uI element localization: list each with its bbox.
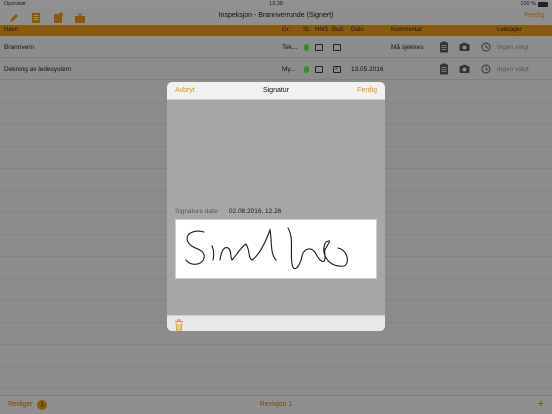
done-button[interactable]: Ferdig — [524, 12, 544, 19]
bud-checkbox-checked[interactable]: ✓ — [333, 66, 341, 73]
bud-checkbox[interactable] — [333, 44, 341, 51]
trash-icon[interactable] — [174, 318, 184, 331]
table-header: Navn Gr. St. HMS Bud. Dato Kommentar Lei… — [0, 25, 552, 36]
column-status: St. — [303, 27, 311, 33]
column-name: Navn — [4, 27, 19, 33]
modal-done-button[interactable]: Ferdig — [357, 87, 377, 94]
table-row[interactable]: Brannvern Tek... Må sjekkes Ingen valgt — [0, 36, 552, 58]
modal-header: Avbryt Signatur Ferdig — [167, 82, 385, 100]
column-hms: HMS — [315, 27, 329, 33]
column-supplier: Leietager — [497, 27, 523, 33]
row-comment: Må sjekkes — [391, 44, 424, 51]
status-dot — [304, 66, 309, 73]
add-button[interactable]: + — [538, 398, 544, 410]
signature-modal: Avbryt Signatur Ferdig Signature date: 0… — [167, 82, 385, 331]
row-supplier: Ingen valgt — [497, 66, 529, 73]
page-title: Inspeksjon - Brannverrunde (Signert) — [218, 12, 334, 19]
hms-checkbox[interactable] — [315, 66, 323, 73]
clipboard-icon[interactable] — [439, 41, 449, 53]
status-bar: Operatør 13.38 100 % — [0, 0, 552, 9]
column-group: Gr. — [282, 27, 291, 33]
row-group: Tek... — [282, 44, 298, 51]
signature-pad[interactable] — [175, 219, 377, 279]
row-supplier: Ingen valgt — [497, 44, 529, 51]
battery-icon — [538, 1, 548, 7]
column-comment: Kommentar — [391, 27, 423, 33]
row-separator — [0, 388, 552, 389]
row-separator — [0, 366, 552, 367]
modal-title: Signatur — [262, 87, 290, 94]
clipboard-icon[interactable] — [439, 63, 449, 75]
column-bud: Bud. — [332, 27, 345, 33]
signature-stroke — [185, 227, 348, 270]
revision-label[interactable]: Revisjon 1 — [0, 401, 552, 408]
modal-footer — [167, 315, 385, 331]
row-date: 13.05.2016 — [351, 66, 384, 73]
row-name: Brannvern — [4, 44, 34, 51]
row-name: Dekning av ledesystem — [4, 66, 72, 73]
camera-icon[interactable] — [459, 41, 470, 53]
clock: 13.38 — [269, 1, 283, 7]
battery-percent: 100 % — [520, 1, 536, 7]
row-group: My... — [282, 66, 296, 73]
battery-indicator: 100 % — [520, 1, 548, 7]
signature-date-label: Signature date: — [175, 208, 220, 215]
signature-date-value: 02.08.2016, 12.26 — [228, 208, 282, 215]
clock-icon[interactable] — [481, 63, 491, 75]
row-separator — [0, 344, 552, 345]
status-dot — [304, 44, 309, 51]
bottom-toolbar: Rediger 1 Revisjon 1 + — [0, 395, 552, 414]
table-row[interactable]: Dekning av ledesystem My... ✓ 13.05.2016… — [0, 58, 552, 80]
hms-checkbox[interactable] — [315, 44, 323, 51]
navigation-bar: Inspeksjon - Brannverrunde (Signert) Fer… — [0, 9, 552, 25]
camera-icon[interactable] — [459, 63, 470, 75]
clock-icon[interactable] — [481, 41, 491, 53]
signature-date: Signature date: 02.08.2016, 12.26 — [175, 208, 281, 215]
column-date: Dato — [351, 27, 364, 33]
